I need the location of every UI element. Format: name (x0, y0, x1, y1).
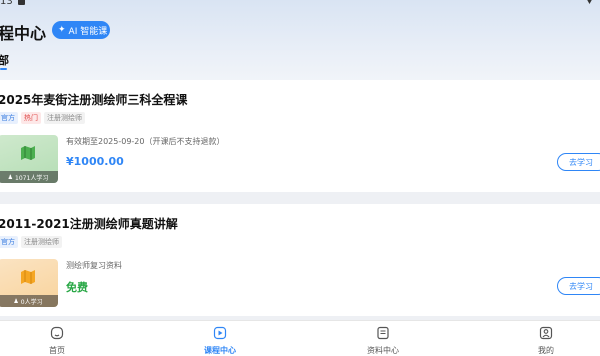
course-tags: 官方 注册测绘师 (0, 236, 62, 248)
course-price: ¥1000.00 (66, 155, 124, 168)
tab-all[interactable]: 部 (0, 52, 9, 68)
course-description: 测绘师复习资料 (66, 261, 122, 270)
course-price: 免费 (66, 281, 88, 294)
nav-course-center[interactable]: 课程中心 (180, 321, 260, 356)
bottom-nav: 首页 课程中心 资料中心 我的 (0, 320, 600, 356)
status-time: 13 (0, 0, 13, 7)
profile-icon (539, 326, 553, 340)
course-tags: 官方 热门 注册测绘师 (0, 112, 85, 124)
course-card[interactable]: 2011-2021注册测绘师真题讲解 官方 注册测绘师 ♟ 0人学习 测绘师复习… (0, 204, 600, 316)
course-thumbnail[interactable]: ♟ 0人学习 (0, 259, 58, 307)
course-thumbnail[interactable]: ♟ 1071人学习 (0, 135, 58, 183)
nav-profile-label: 我的 (538, 346, 554, 355)
tag-category: 注册测绘师 (21, 236, 62, 248)
nav-home[interactable]: 首页 (17, 321, 97, 356)
header: 13 程中心 ✦ AI 智能课 部 (0, 0, 600, 80)
nav-course-label: 课程中心 (204, 346, 236, 355)
nav-materials[interactable]: 资料中心 (343, 321, 423, 356)
course-play-icon (213, 326, 227, 340)
notification-icon (18, 0, 25, 5)
learner-count-label: 0人学习 (20, 298, 43, 306)
learner-count-label: 1071人学习 (15, 174, 49, 182)
sparkle-icon: ✦ (58, 25, 66, 35)
tag-official: 官方 (0, 236, 18, 248)
learner-count: ♟ 0人学习 (0, 295, 58, 307)
map-icon (21, 270, 35, 284)
nav-materials-label: 资料中心 (367, 346, 399, 355)
tab-active-indicator (0, 68, 7, 70)
ai-course-button[interactable]: ✦ AI 智能课 (52, 21, 110, 39)
course-validity: 有效期至2025-09-20（开课后不支持退款） (66, 137, 225, 146)
course-title: 2025年麦街注册测绘师三科全程课 (0, 93, 188, 107)
person-icon: ♟ (7, 173, 14, 181)
nav-profile[interactable]: 我的 (506, 321, 586, 356)
person-icon: ♟ (13, 297, 19, 305)
ai-badge-label: AI 智能课 (68, 26, 108, 37)
home-icon (50, 326, 64, 340)
page-title: 程中心 (0, 24, 47, 43)
nav-home-label: 首页 (49, 346, 65, 355)
tag-hot: 热门 (21, 112, 41, 124)
course-card[interactable]: 2025年麦街注册测绘师三科全程课 官方 热门 注册测绘师 ♟ 1071人学习 … (0, 80, 600, 192)
map-icon (21, 146, 35, 160)
course-title: 2011-2021注册测绘师真题讲解 (0, 217, 178, 231)
go-study-button[interactable]: 去学习 (557, 277, 600, 295)
document-icon (377, 326, 389, 340)
learner-count: ♟ 1071人学习 (0, 171, 58, 183)
tag-category: 注册测绘师 (44, 112, 85, 124)
signal-icon (585, 0, 594, 4)
go-study-button[interactable]: 去学习 (557, 153, 600, 171)
tag-official: 官方 (0, 112, 18, 124)
